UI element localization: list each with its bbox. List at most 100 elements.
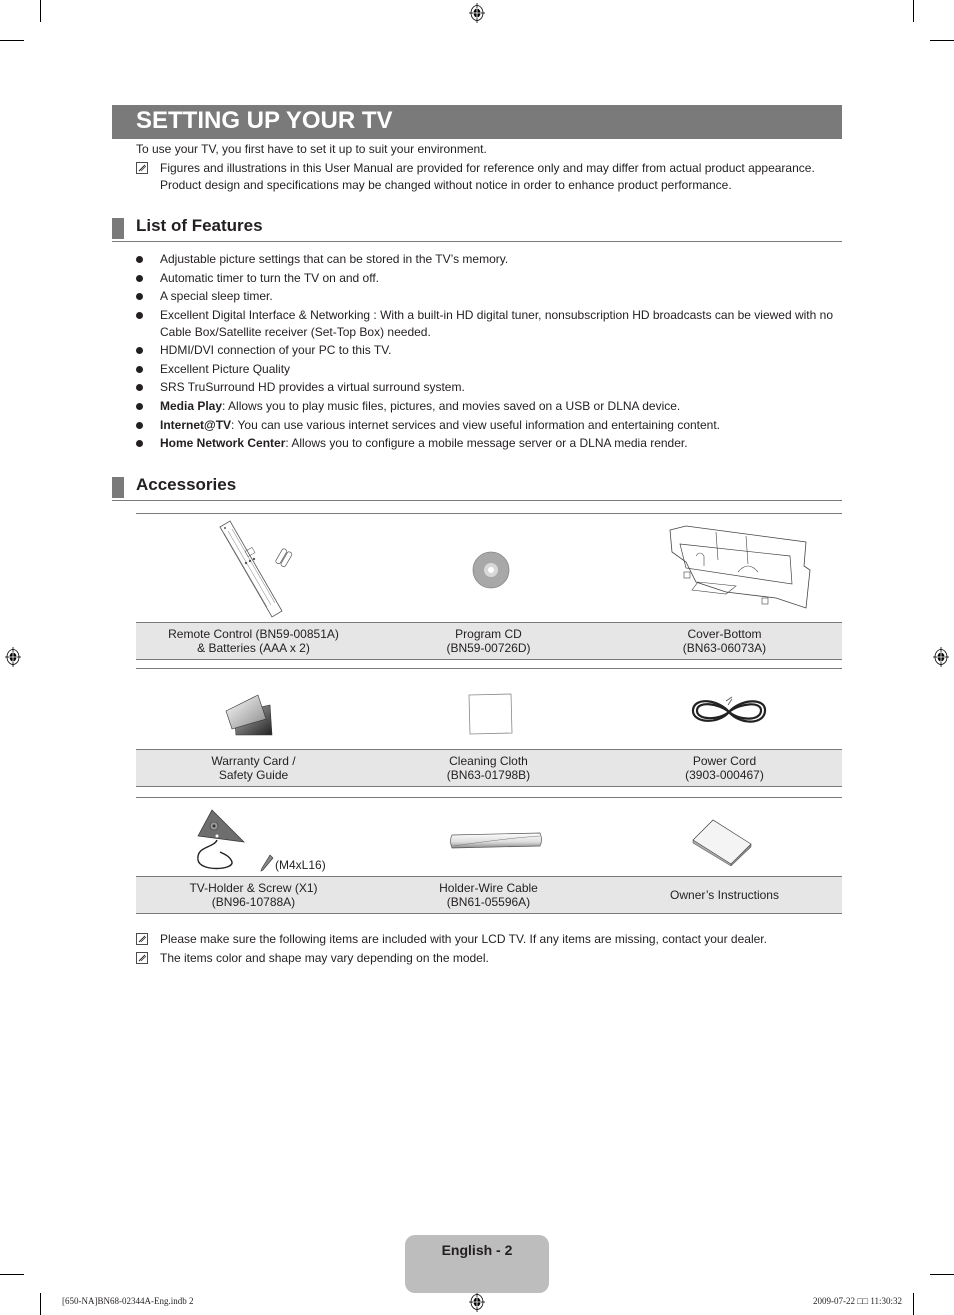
- caption-row: Remote Control (BN59-00851A) & Batteries…: [136, 622, 842, 660]
- accessory-tv-holder: TV-Holder & Screw (X1) (BN96-10788A): [136, 881, 371, 909]
- slug-file-name: [650-NA]BN68-02344A-Eng.indb 2: [62, 1296, 194, 1306]
- accessories-heading: Accessories: [136, 475, 237, 494]
- accessory-power-cord: Power Cord (3903-000467): [607, 754, 842, 782]
- screw-size-label: (M4xL16): [275, 858, 326, 872]
- feature-text: Excellent Digital Interface & Networking…: [160, 307, 840, 340]
- crop-mark: [930, 40, 954, 41]
- accessory-remote-control: Remote Control (BN59-00851A) & Batteries…: [136, 627, 371, 655]
- feature-description: HDMI/DVI connection of your PC to this T…: [160, 343, 392, 357]
- accessories-heading-section: Accessories: [112, 474, 842, 501]
- accessory-name: Owner’s Instructions: [670, 888, 779, 902]
- crop-mark: [0, 40, 24, 41]
- accessory-name: Remote Control (BN59-00851A): [168, 627, 339, 641]
- features-heading: List of Features: [136, 216, 263, 235]
- page-title-bar: SETTING UP YOUR TV: [112, 105, 842, 139]
- accessory-name: Program CD: [455, 627, 522, 641]
- accessory-name-line2: Safety Guide: [218, 767, 289, 782]
- feature-description: A special sleep timer.: [160, 289, 273, 303]
- accessory-part-number: (BN63-01798B): [446, 767, 531, 782]
- accessory-name: Cleaning Cloth: [449, 754, 528, 768]
- bullet-icon: [136, 347, 143, 354]
- page-number: English - 2: [441, 1242, 513, 1258]
- bullet-icon: [136, 275, 143, 282]
- heading-bar: [112, 218, 124, 239]
- feature-text: Adjustable picture settings that can be …: [160, 251, 840, 268]
- feature-name: Home Network Center: [160, 436, 286, 450]
- feature-text: HDMI/DVI connection of your PC to this T…: [160, 342, 840, 359]
- caption-row: TV-Holder & Screw (X1) (BN96-10788A) Hol…: [136, 876, 842, 914]
- feature-text: Media Play: Allows you to play music fil…: [160, 398, 840, 415]
- registration-mark-icon: [5, 647, 21, 667]
- crop-mark: [40, 1293, 41, 1315]
- accessory-name: Cover-Bottom: [687, 627, 762, 641]
- feature-text: Automatic timer to turn the TV on and of…: [160, 270, 840, 287]
- accessory-name: Holder-Wire Cable: [439, 881, 538, 895]
- feature-description: Excellent Digital Interface & Networking…: [160, 308, 833, 339]
- crop-mark: [930, 1274, 954, 1275]
- accessory-part-number: (BN59-00726D): [446, 640, 531, 655]
- accessory-cover-bottom: Cover-Bottom (BN63-06073A): [607, 627, 842, 655]
- accessories-note-text: Please make sure the following items are…: [160, 932, 767, 946]
- feature-text: Internet@TV: You can use various interne…: [160, 417, 840, 434]
- accessories-row: Warranty Card / Safety Guide Cleaning Cl…: [136, 668, 842, 787]
- feature-description: : Allows you to configure a mobile messa…: [285, 436, 688, 450]
- heading-bar: [112, 477, 124, 498]
- intro-note-text: Figures and illustrations in this User M…: [160, 161, 815, 192]
- warranty-card-icon: [225, 694, 273, 736]
- accessory-part-number: (BN61-05596A): [446, 894, 531, 909]
- feature-name: Media Play: [160, 399, 223, 413]
- bullet-icon: [136, 256, 143, 263]
- accessory-cleaning-cloth: Cleaning Cloth (BN63-01798B): [371, 754, 606, 782]
- screw-icon: [260, 854, 274, 872]
- accessories-row: (M4xL16) TV-Holder & Screw (X1) (BN96-10…: [136, 797, 842, 914]
- feature-description: SRS TruSurround HD provides a virtual su…: [160, 380, 465, 394]
- accessory-name: Warranty Card /: [211, 754, 296, 768]
- tv-holder-icon: [197, 809, 245, 870]
- crop-mark: [40, 0, 41, 22]
- power-cord-icon: [691, 696, 767, 723]
- slug-timestamp: 2009-07-22 □□ 11:30:32: [812, 1296, 902, 1306]
- feature-description: Adjustable picture settings that can be …: [160, 252, 509, 266]
- bullet-icon: [136, 293, 143, 300]
- owners-instructions-icon: [692, 819, 752, 866]
- note-icon: [136, 952, 148, 964]
- accessories-note: The items color and shape may vary depen…: [136, 950, 842, 967]
- feature-description: : You can use various internet services …: [231, 418, 721, 432]
- accessory-part-number: (3903-000467): [685, 767, 764, 782]
- accessory-part-number: (BN63-06073A): [682, 640, 767, 655]
- accessory-part-number: & Batteries (AAA x 2): [197, 640, 310, 655]
- bullet-icon: [136, 422, 143, 429]
- note-icon: [136, 933, 148, 945]
- feature-text: Home Network Center: Allows you to confi…: [160, 435, 840, 452]
- intro-text: To use your TV, you first have to set it…: [136, 142, 487, 156]
- accessory-part-number: (BN96-10788A): [211, 894, 296, 909]
- feature-name: Internet@TV: [160, 418, 232, 432]
- crop-mark: [913, 1293, 914, 1315]
- accessories-note: Please make sure the following items are…: [136, 931, 842, 948]
- bullet-icon: [136, 403, 143, 410]
- accessories-row: Remote Control (BN59-00851A) & Batteries…: [136, 513, 842, 660]
- accessory-warranty-card: Warranty Card / Safety Guide: [136, 754, 371, 782]
- cover-bottom-icon: [669, 525, 811, 609]
- bullet-icon: [136, 440, 143, 447]
- accessory-name: TV-Holder & Screw (X1): [189, 881, 318, 895]
- feature-description: Automatic timer to turn the TV on and of…: [160, 271, 380, 285]
- feature-description: Excellent Picture Quality: [160, 362, 291, 376]
- crop-mark: [913, 0, 914, 22]
- feature-description: : Allows you to play music files, pictur…: [222, 399, 681, 413]
- bullet-icon: [136, 312, 143, 319]
- crop-mark: [0, 1274, 24, 1275]
- registration-mark-icon: [933, 647, 949, 667]
- cd-icon: [472, 551, 510, 589]
- caption-row: Warranty Card / Safety Guide Cleaning Cl…: [136, 749, 842, 787]
- page-number-tab: English - 2: [405, 1235, 549, 1293]
- bullet-icon: [136, 366, 143, 373]
- registration-mark-icon: [469, 3, 485, 23]
- accessory-owners-instructions: Owner’s Instructions: [607, 888, 842, 903]
- feature-text: Excellent Picture Quality: [160, 361, 840, 378]
- registration-mark-icon: [469, 1292, 485, 1312]
- accessory-holder-wire-cable: Holder-Wire Cable (BN61-05596A): [371, 881, 606, 909]
- feature-text: A special sleep timer.: [160, 288, 840, 305]
- intro-note: Figures and illustrations in this User M…: [136, 160, 842, 194]
- features-heading-section: List of Features: [112, 215, 842, 242]
